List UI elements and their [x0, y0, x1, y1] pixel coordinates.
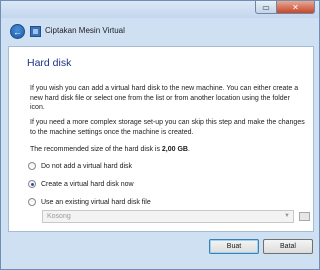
intro-paragraph: If you wish you can add a virtual hard d… [30, 85, 299, 111]
create-button[interactable]: Buat [209, 239, 259, 254]
existing-disk-select[interactable]: Kosong ▼ [42, 210, 294, 223]
option-no-disk[interactable]: Do not add a virtual hard disk [28, 162, 132, 170]
wizard-page: Hard disk If you wish you can add a virt… [8, 46, 314, 232]
skip-paragraph: If you need a more complex storage set-u… [30, 119, 305, 136]
page-title: Hard disk [27, 57, 72, 69]
title-bar: ▭ ✕ [1, 1, 319, 18]
cancel-button[interactable]: Batal [263, 239, 313, 254]
close-button[interactable]: ✕ [277, 1, 315, 14]
minimize-icon: ▭ [262, 2, 270, 12]
back-button[interactable]: ← [10, 24, 25, 39]
recommended-size-text: The recommended size of the hard disk is… [30, 146, 190, 153]
radio-create-disk[interactable] [28, 180, 36, 188]
existing-disk-value: Kosong [47, 213, 71, 220]
wizard-window: ▭ ✕ ← Ciptakan Mesin Virtual Hard disk I… [0, 0, 320, 270]
close-icon: ✕ [292, 2, 299, 12]
back-arrow-icon: ← [13, 26, 22, 37]
chevron-down-icon: ▼ [284, 213, 290, 219]
option-no-disk-label: Do not add a virtual hard disk [41, 162, 133, 170]
option-existing-disk[interactable]: Use an existing virtual hard disk file [28, 198, 151, 206]
minimize-button[interactable]: ▭ [255, 1, 277, 14]
window-controls: ▭ ✕ [255, 1, 315, 14]
virtualbox-app-icon [30, 26, 41, 37]
radio-existing-disk[interactable] [28, 198, 36, 206]
option-create-disk[interactable]: Create a virtual hard disk now [28, 180, 134, 188]
recommended-size-value: 2,00 GB [161, 146, 188, 153]
wizard-header: ← Ciptakan Mesin Virtual [1, 18, 319, 46]
wizard-title: Ciptakan Mesin Virtual [45, 26, 125, 35]
option-existing-disk-label: Use an existing virtual hard disk file [41, 198, 151, 206]
folder-icon[interactable] [299, 212, 310, 221]
option-create-disk-label: Create a virtual hard disk now [41, 180, 134, 188]
radio-no-disk[interactable] [28, 162, 36, 170]
